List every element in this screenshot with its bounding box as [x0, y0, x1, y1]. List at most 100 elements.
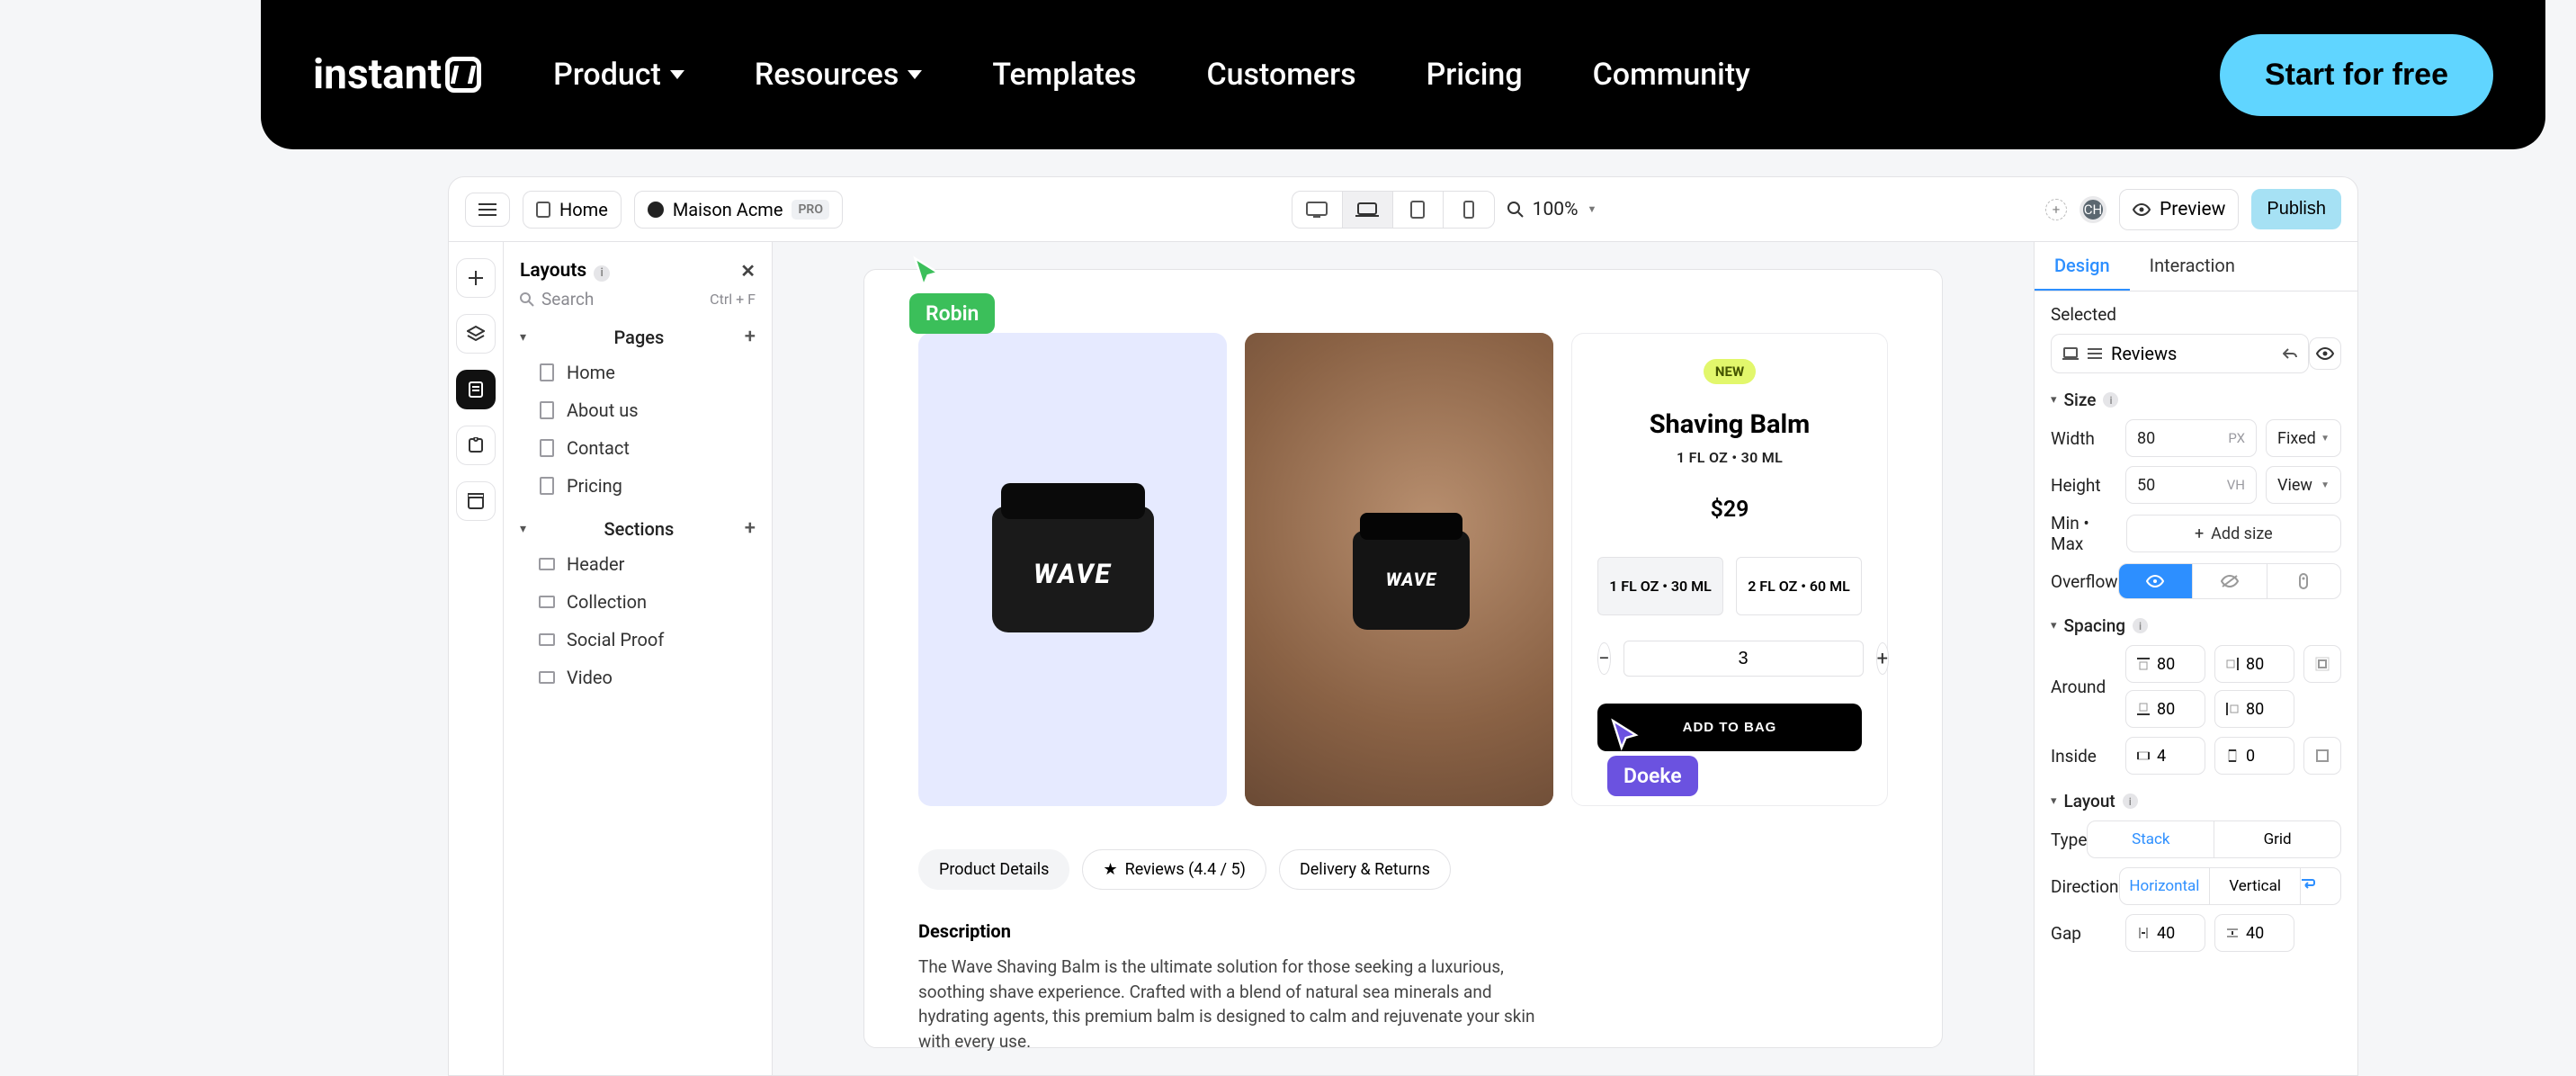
breadcrumb[interactable]: Home: [523, 191, 622, 229]
canvas-area[interactable]: Robin Doeke WAVE WAVE NEW Shaving Balm: [773, 242, 2034, 1075]
width-input[interactable]: 80PX: [2125, 419, 2257, 457]
page-home[interactable]: Home: [520, 354, 756, 391]
type-stack[interactable]: Stack: [2088, 821, 2214, 857]
site-topnav: instant Product Resources Templates Cust…: [261, 0, 2545, 149]
viewport-desktop[interactable]: [1292, 192, 1343, 228]
qty-input[interactable]: [1623, 641, 1864, 677]
overflow-scroll[interactable]: [2267, 564, 2340, 598]
link-icon: [2315, 657, 2330, 671]
section-social-proof[interactable]: Social Proof: [520, 621, 756, 659]
info-icon[interactable]: i: [2123, 794, 2138, 809]
link-margins-button[interactable]: [2303, 645, 2341, 683]
wrap-icon: [2301, 877, 2315, 890]
size-option-2[interactable]: 2 FL OZ • 60 ML: [1736, 557, 1862, 615]
margin-top-input[interactable]: 80: [2125, 645, 2205, 683]
nav-product[interactable]: Product: [553, 57, 684, 93]
components-tool[interactable]: [456, 426, 496, 465]
nav-community[interactable]: Community: [1593, 57, 1750, 93]
viewport-laptop[interactable]: [1343, 192, 1393, 228]
padding-x-icon: [2137, 749, 2150, 762]
info-icon[interactable]: i: [594, 265, 610, 282]
add-page-button[interactable]: +: [745, 326, 756, 348]
overflow-hidden[interactable]: [2193, 564, 2267, 598]
tab-reviews[interactable]: ★Reviews (4.4 / 5): [1082, 849, 1266, 890]
gap-label: Gap: [2051, 923, 2081, 944]
brand-text: instant: [313, 50, 442, 99]
info-icon[interactable]: i: [2103, 392, 2118, 408]
direction-label: Direction: [2051, 876, 2119, 897]
puzzle-icon: [468, 437, 484, 453]
assets-tool[interactable]: [456, 481, 496, 521]
menu-button[interactable]: [465, 193, 510, 227]
pages-tool[interactable]: [456, 370, 496, 409]
margin-right-input[interactable]: 80: [2214, 645, 2294, 683]
tab-delivery[interactable]: Delivery & Returns: [1279, 849, 1451, 890]
link-padding-button[interactable]: [2303, 737, 2341, 775]
zoom-value: 100%: [1533, 199, 1579, 220]
product-price: $29: [1711, 497, 1749, 523]
dir-vertical[interactable]: Vertical: [2210, 868, 2301, 904]
layers-tool[interactable]: [456, 314, 496, 354]
preview-button[interactable]: Preview: [2119, 189, 2239, 230]
padding-x-input[interactable]: 4: [2125, 737, 2205, 775]
add-tool[interactable]: [456, 258, 496, 298]
undo-icon[interactable]: [2283, 347, 2297, 360]
description-text: The Wave Shaving Balm is the ultimate so…: [918, 955, 1566, 1054]
margin-top-icon: [2137, 658, 2150, 670]
padding-y-input[interactable]: 0: [2214, 737, 2294, 775]
add-collaborator-button[interactable]: +: [2045, 199, 2067, 220]
page-contact[interactable]: Contact: [520, 429, 756, 467]
add-section-button[interactable]: +: [745, 517, 756, 540]
page-icon: [540, 477, 554, 495]
info-icon[interactable]: i: [2133, 618, 2148, 633]
product-subtitle: 1 FL OZ • 30 ML: [1677, 449, 1783, 466]
section-video[interactable]: Video: [520, 659, 756, 696]
margin-bottom-input[interactable]: 80: [2125, 690, 2205, 728]
org-chip[interactable]: Maison Acme PRO: [634, 191, 843, 229]
height-input[interactable]: 50VH: [2125, 466, 2257, 504]
collab-cursor-robin: Robin: [909, 256, 995, 334]
size-option-1[interactable]: 1 FL OZ • 30 ML: [1597, 557, 1723, 615]
page-icon: [540, 363, 554, 381]
page-pricing[interactable]: Pricing: [520, 467, 756, 505]
tab-product-details[interactable]: Product Details: [918, 849, 1069, 890]
search-input[interactable]: Search: [520, 289, 594, 309]
close-sidebar-button[interactable]: ✕: [740, 260, 756, 282]
layers-icon: [467, 326, 485, 342]
type-grid[interactable]: Grid: [2214, 821, 2340, 857]
qty-decrease-button[interactable]: −: [1597, 642, 1611, 675]
user-avatar[interactable]: CH: [2080, 196, 2106, 223]
gap-col-input[interactable]: 40: [2125, 914, 2205, 952]
nav-templates[interactable]: Templates: [992, 57, 1136, 93]
qty-increase-button[interactable]: +: [1876, 642, 1889, 675]
org-name: Maison Acme: [673, 199, 783, 220]
product-image-2: WAVE: [1245, 333, 1553, 806]
viewport-tablet[interactable]: [1393, 192, 1444, 228]
props-tab-design[interactable]: Design: [2035, 242, 2130, 291]
width-mode[interactable]: Fixed▼: [2266, 419, 2341, 457]
gap-row-input[interactable]: 40: [2214, 914, 2294, 952]
add-size-button[interactable]: +Add size: [2126, 515, 2341, 552]
props-tab-interaction[interactable]: Interaction: [2130, 242, 2255, 291]
nav-customers[interactable]: Customers: [1206, 57, 1355, 93]
publish-button[interactable]: Publish: [2251, 189, 2341, 229]
start-free-button[interactable]: Start for free: [2220, 34, 2493, 116]
dir-horizontal[interactable]: Horizontal: [2120, 868, 2211, 904]
nav-resources[interactable]: Resources: [755, 57, 922, 93]
width-label: Width: [2051, 428, 2095, 449]
zoom-control[interactable]: 100% ▼: [1507, 199, 1597, 220]
height-mode[interactable]: View▼: [2266, 466, 2341, 504]
eye-icon: [2146, 575, 2164, 587]
visibility-toggle[interactable]: [2309, 337, 2341, 370]
page-about[interactable]: About us: [520, 391, 756, 429]
viewport-mobile[interactable]: [1444, 192, 1494, 228]
overflow-visible[interactable]: [2119, 564, 2193, 598]
margin-left-icon: [2226, 703, 2239, 715]
dir-wrap[interactable]: [2301, 868, 2340, 904]
section-collection[interactable]: Collection: [520, 583, 756, 621]
pages-heading: Pages: [614, 327, 665, 348]
nav-pricing[interactable]: Pricing: [1427, 57, 1523, 93]
page-icon: [540, 439, 554, 457]
margin-left-input[interactable]: 80: [2214, 690, 2294, 728]
section-header[interactable]: Header: [520, 545, 756, 583]
